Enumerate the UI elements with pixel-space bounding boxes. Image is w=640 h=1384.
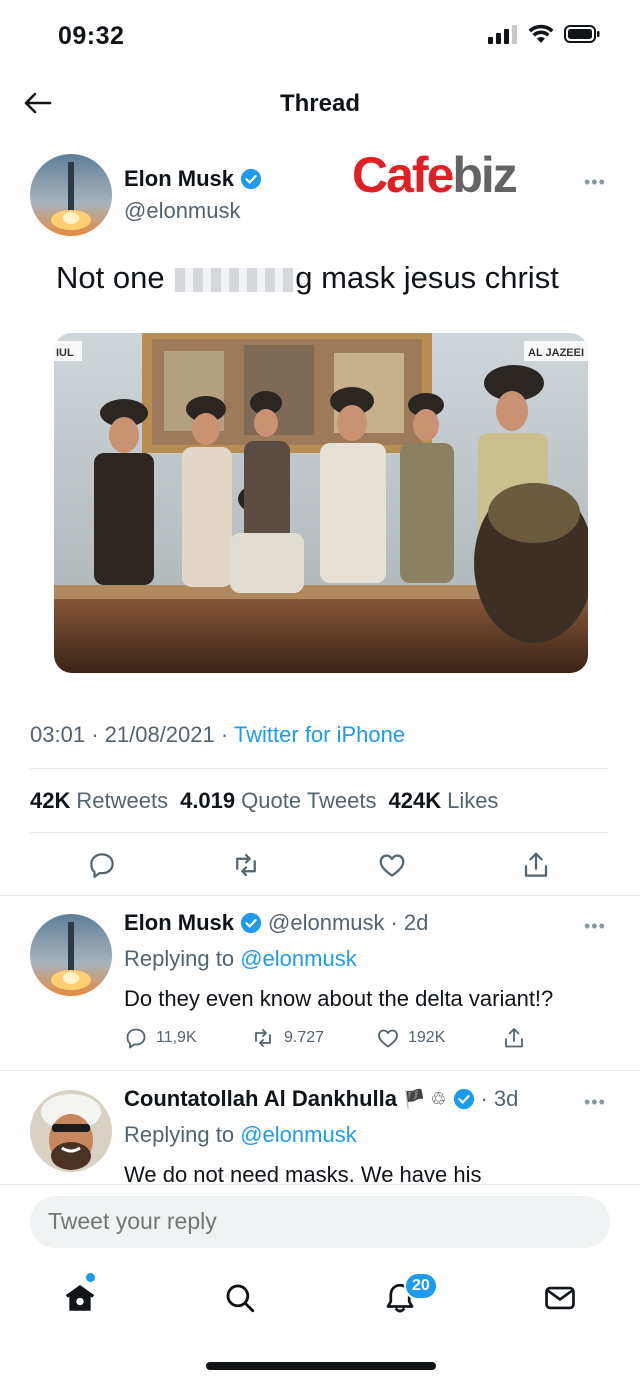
retweet-button[interactable]: 9.727: [250, 1026, 376, 1050]
tweet-author[interactable]: Elon Musk @elonmusk: [124, 166, 262, 224]
like-count: 192K: [408, 1029, 446, 1046]
tab-home[interactable]: [60, 1278, 100, 1318]
share-button[interactable]: [516, 845, 556, 885]
retweets-label: Retweets: [76, 788, 169, 813]
divider: [30, 768, 608, 769]
like-icon: [379, 854, 405, 877]
tweet-time: 03:01: [30, 722, 86, 747]
share-button[interactable]: [502, 1026, 542, 1050]
reply-header: Elon Musk @elonmusk · 2d: [124, 910, 429, 936]
like-button[interactable]: [372, 845, 412, 885]
divider: [0, 1184, 640, 1185]
author-name[interactable]: Elon Musk: [124, 166, 234, 192]
messages-icon: [545, 1286, 575, 1310]
reply-tweet[interactable]: Countatollah Al Dankhulla 🏴 ♲ · 3d ••• R…: [0, 1086, 640, 1187]
retweets-count: 42K: [30, 788, 71, 813]
reply-action-bar: 11,9K 9.727 192K: [124, 1026, 542, 1050]
replying-mention[interactable]: @elonmusk: [240, 946, 357, 971]
divider: [0, 1070, 640, 1071]
search-icon: [226, 1284, 255, 1313]
tweet-photo[interactable]: IUL AL JAZEEI: [54, 333, 588, 673]
reply-text: Do they even know about the delta varian…: [124, 986, 554, 1011]
reply-header: Countatollah Al Dankhulla 🏴 ♲ · 3d: [124, 1086, 519, 1112]
replying-mention[interactable]: @elonmusk: [240, 1122, 357, 1147]
like-icon: [378, 1029, 398, 1048]
notifications-badge: 20: [404, 1272, 438, 1300]
reply-author-name[interactable]: Elon Musk: [124, 910, 234, 936]
likes-stat[interactable]: 424K Likes: [388, 788, 498, 814]
retweet-count: 9.727: [284, 1029, 325, 1046]
tweet-source[interactable]: Twitter for iPhone: [234, 722, 405, 747]
tweet-meta: 03:01 · 21/08/2021 · Twitter for iPhone: [30, 722, 406, 747]
reply-button[interactable]: 11,9K: [124, 1026, 250, 1050]
reply-age: 2d: [403, 910, 429, 935]
reply-icon: [126, 1028, 146, 1049]
tab-search[interactable]: [220, 1278, 260, 1318]
like-button[interactable]: 192K: [376, 1026, 502, 1050]
retweet-button[interactable]: [226, 845, 266, 885]
verified-icon: [453, 1088, 474, 1110]
status-bar: 09:32: [0, 0, 640, 70]
quotes-stat[interactable]: 4.019 Quote Tweets: [180, 788, 376, 814]
likes-label: Likes: [447, 788, 499, 813]
replying-to: Replying to @elonmusk: [124, 1122, 357, 1148]
page-title: Thread: [279, 90, 360, 117]
replying-prefix: Replying to: [124, 1122, 235, 1147]
reply-age: 3d: [493, 1086, 519, 1111]
retweet-icon: [236, 853, 256, 877]
tweet-date: 21/08/2021: [104, 722, 215, 747]
tweet-text-start: Not one: [56, 260, 165, 295]
watermark-part2: biz: [452, 147, 517, 203]
photo-label-left: IUL: [56, 347, 74, 359]
tweet-action-bar: [0, 845, 640, 889]
censored-word: [175, 267, 294, 292]
status-icons: [488, 24, 600, 49]
tweet-text-end: mask jesus christ: [321, 260, 559, 295]
home-indicator[interactable]: [206, 1362, 436, 1370]
more-icon[interactable]: •••: [584, 916, 606, 937]
nav-bar: Thread: [0, 78, 640, 130]
quotes-count: 4.019: [180, 788, 236, 813]
tab-bar: [0, 1264, 640, 1334]
retweet-icon: [255, 1029, 271, 1047]
quotes-label: Quote Tweets: [241, 788, 377, 813]
reply-tweet[interactable]: Elon Musk @elonmusk · 2d ••• Replying to…: [0, 910, 640, 1070]
unread-dot: [86, 1273, 95, 1282]
reply-handle[interactable]: @elonmusk: [268, 910, 385, 936]
tweet-text: Not one g mask jesus christ: [56, 260, 559, 296]
more-icon[interactable]: •••: [584, 172, 606, 193]
share-icon: [505, 1028, 523, 1048]
more-icon[interactable]: •••: [584, 1092, 606, 1113]
replying-prefix: Replying to: [124, 946, 235, 971]
avatar[interactable]: [30, 154, 112, 236]
author-emoji: 🏴 ♲: [402, 1088, 447, 1109]
reply-composer[interactable]: [30, 1196, 610, 1248]
share-icon: [524, 852, 548, 877]
likes-count: 424K: [388, 788, 442, 813]
battery-icon: [564, 24, 600, 49]
reply-count: 11,9K: [156, 1029, 197, 1046]
reply-icon: [90, 853, 114, 878]
tweet-stats: 42K Retweets 4.019 Quote Tweets 424K Likes: [30, 788, 498, 814]
tab-messages[interactable]: [540, 1278, 580, 1318]
status-time: 09:32: [58, 22, 125, 50]
divider: [30, 832, 608, 833]
photo-label-right: AL JAZEEI: [528, 347, 584, 359]
divider: [0, 895, 640, 896]
author-handle[interactable]: @elonmusk: [124, 198, 262, 224]
reply-button[interactable]: [82, 845, 122, 885]
signal-icon: [488, 24, 518, 49]
retweets-stat[interactable]: 42K Retweets: [30, 788, 168, 814]
home-icon: [65, 1284, 95, 1311]
watermark-logo: Cafebiz: [352, 146, 518, 204]
verified-icon: [240, 912, 262, 934]
tweet-text-censored-tail: g: [295, 260, 313, 295]
reply-author-name[interactable]: Countatollah Al Dankhulla: [124, 1086, 397, 1112]
wifi-icon: [528, 24, 554, 49]
reply-input[interactable]: [48, 1208, 588, 1235]
replying-to: Replying to @elonmusk: [124, 946, 357, 972]
verified-icon: [240, 168, 262, 190]
watermark-part1: Cafe: [352, 147, 454, 203]
